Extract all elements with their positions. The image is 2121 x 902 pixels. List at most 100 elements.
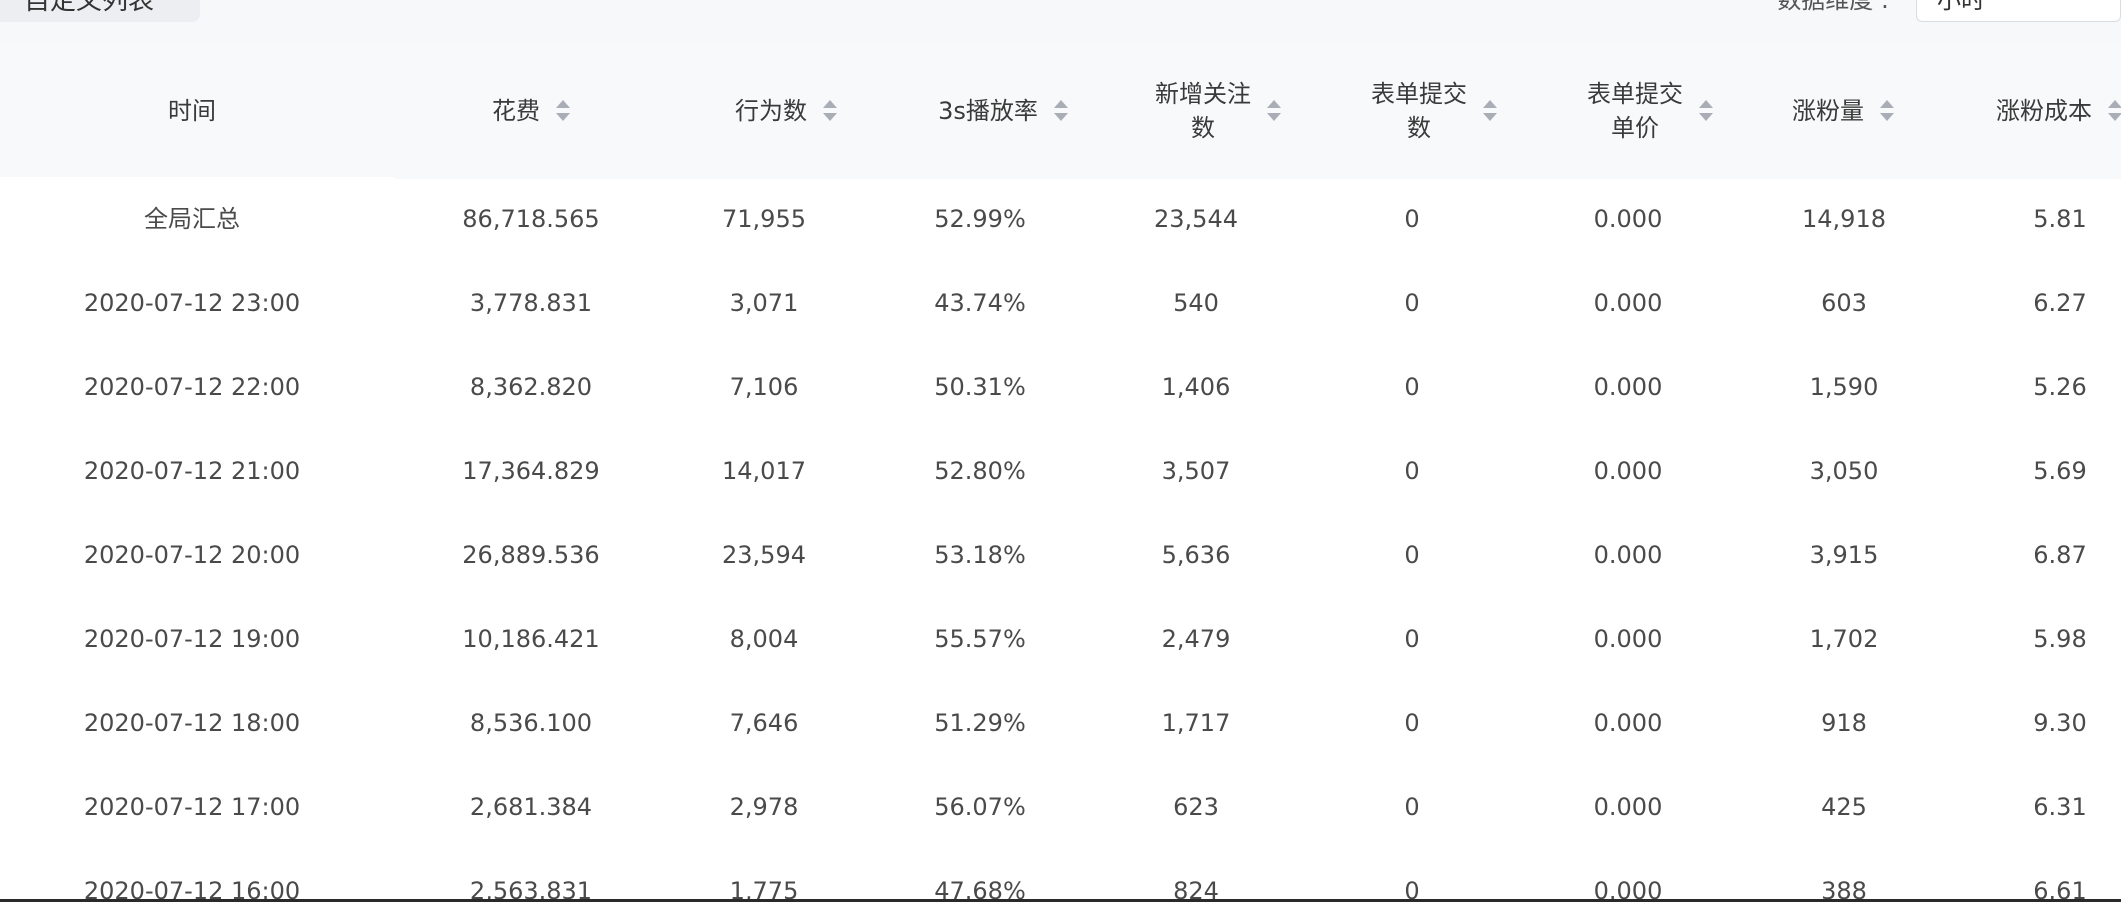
column-header-label: 表单提交 单价 <box>1587 79 1683 142</box>
table-cell-new_follow: 23,544 <box>1154 205 1238 233</box>
table-cell-play3s: 43.74% <box>934 289 1026 317</box>
column-header-label: 花费 <box>492 96 540 125</box>
table-cell-form_unit_price: 0.000 <box>1593 709 1663 737</box>
custom-list-tab[interactable]: 自定义列表 <box>0 0 200 22</box>
table-cell-time: 全局汇总 <box>144 205 240 233</box>
sort-caret-icon[interactable] <box>1053 100 1068 121</box>
table-cell-form_submit: 0 <box>1404 457 1420 485</box>
top-toolbar: 自定义列表 数据维度 : 小时 <box>0 0 2121 44</box>
column-header-actions[interactable]: 行为数 <box>711 44 861 177</box>
table-cell-fans_gain: 918 <box>1821 709 1867 737</box>
table-cell-cost: 17,364.829 <box>462 457 600 485</box>
table-cell-cost: 2,681.384 <box>469 793 593 821</box>
sort-caret-icon[interactable] <box>2108 100 2121 121</box>
table-cell-play3s: 55.57% <box>934 625 1026 653</box>
summary-row: 全局汇总 86,718.565 71,955 52.99% 23,544 0 0.000 14… <box>0 177 2121 261</box>
table-cell-fans_cost: 5.98 <box>2033 625 2087 653</box>
table-cell-actions: 3,071 <box>729 289 799 317</box>
sort-caret-icon[interactable] <box>556 100 570 121</box>
table-cell-new_follow: 2,479 <box>1161 625 1231 653</box>
table-cell-fans_gain: 388 <box>1821 877 1867 902</box>
column-header-fans_cost[interactable]: 涨粉成本 <box>1969 44 2121 177</box>
table-cell-fans_gain: 1,590 <box>1809 373 1879 401</box>
table-cell-cost: 10,186.421 <box>462 625 600 653</box>
table-cell-form_submit: 0 <box>1404 205 1420 233</box>
sort-caret-icon[interactable] <box>1267 100 1281 121</box>
table-cell-form_submit: 0 <box>1404 793 1420 821</box>
table-cell-form_submit: 0 <box>1404 373 1420 401</box>
table-cell-time: 2020-07-12 23:00 <box>83 289 301 317</box>
sort-caret-icon[interactable] <box>1483 100 1497 121</box>
table-cell-cost: 2,563.831 <box>469 877 593 902</box>
column-header-form_unit_price[interactable]: 表单提交 单价 <box>1550 44 1750 177</box>
table-cell-fans_gain: 1,702 <box>1809 625 1879 653</box>
table-cell-new_follow: 623 <box>1173 793 1219 821</box>
table-cell-fans_cost: 6.27 <box>2033 289 2087 317</box>
column-header-time: 时间 <box>62 44 322 177</box>
table-cell-form_unit_price: 0.000 <box>1593 625 1663 653</box>
table-row: 2020-07-12 16:00 2,563.831 1,775 47.68% 824 0… <box>0 849 2121 902</box>
table-cell-fans_cost: 6.31 <box>2033 793 2087 821</box>
table-cell-form_submit: 0 <box>1404 877 1420 902</box>
table-cell-new_follow: 1,717 <box>1161 709 1231 737</box>
table-cell-new_follow: 824 <box>1173 877 1219 902</box>
table-row: 2020-07-12 20:00 26,889.536 23,594 53.18% 5,… <box>0 513 2121 597</box>
table-cell-actions: 8,004 <box>729 625 799 653</box>
table-cell-form_submit: 0 <box>1404 625 1420 653</box>
sort-caret-icon[interactable] <box>823 100 837 121</box>
table-cell-play3s: 53.18% <box>934 541 1026 569</box>
table-row: 2020-07-12 23:00 3,778.831 3,071 43.74% 540 0… <box>0 261 2121 345</box>
table-cell-actions: 14,017 <box>722 457 806 485</box>
column-header-play3s[interactable]: 3s播放率 <box>913 44 1093 177</box>
report-table: 时间 花费 行为数 3s播放率 新增关注 数 表单提交 数 表单提交 单价 涨粉量 涨粉成本 全… <box>0 44 2121 902</box>
table-cell-actions: 7,646 <box>729 709 799 737</box>
column-header-form_submit[interactable]: 表单提交 数 <box>1334 44 1534 177</box>
data-dimension-label: 数据维度 : <box>1777 0 1889 14</box>
column-header-label: 新增关注 数 <box>1155 79 1251 142</box>
table-cell-form_submit: 0 <box>1404 541 1420 569</box>
table-cell-time: 2020-07-12 17:00 <box>83 793 301 821</box>
table-cell-time: 2020-07-12 16:00 <box>83 877 301 902</box>
table-cell-time: 2020-07-12 19:00 <box>83 625 301 653</box>
table-row: 2020-07-12 22:00 8,362.820 7,106 50.31% 1,40… <box>0 345 2121 429</box>
table-cell-fans_gain: 425 <box>1821 793 1867 821</box>
table-cell-form_unit_price: 0.000 <box>1593 373 1663 401</box>
table-cell-cost: 26,889.536 <box>462 541 600 569</box>
column-header-fans_gain[interactable]: 涨粉量 <box>1768 44 1918 177</box>
table-cell-time: 2020-07-12 21:00 <box>83 457 301 485</box>
table-cell-fans_gain: 3,915 <box>1809 541 1879 569</box>
column-header-label: 表单提交 数 <box>1371 79 1467 142</box>
table-cell-play3s: 47.68% <box>934 877 1026 902</box>
table-cell-play3s: 50.31% <box>934 373 1026 401</box>
table-cell-form_unit_price: 0.000 <box>1593 793 1663 821</box>
table-cell-fans_gain: 3,050 <box>1809 457 1879 485</box>
table-cell-fans_cost: 6.87 <box>2033 541 2087 569</box>
table-cell-form_unit_price: 0.000 <box>1593 457 1663 485</box>
table-row: 2020-07-12 18:00 8,536.100 7,646 51.29% 1,71… <box>0 681 2121 765</box>
table-cell-time: 2020-07-12 20:00 <box>83 541 301 569</box>
table-cell-cost: 8,536.100 <box>469 709 593 737</box>
table-cell-new_follow: 3,507 <box>1161 457 1231 485</box>
table-cell-fans_cost: 5.81 <box>2033 205 2087 233</box>
table-cell-new_follow: 5,636 <box>1161 541 1231 569</box>
column-header-label: 3s播放率 <box>938 96 1038 125</box>
table-cell-play3s: 52.99% <box>934 205 1026 233</box>
table-cell-play3s: 56.07% <box>934 793 1026 821</box>
table-cell-fans_cost: 9.30 <box>2033 709 2087 737</box>
table-cell-form_unit_price: 0.000 <box>1593 541 1663 569</box>
sort-caret-icon[interactable] <box>1880 100 1894 121</box>
sort-caret-icon[interactable] <box>1699 100 1713 121</box>
column-header-cost[interactable]: 花费 <box>466 44 596 177</box>
table-row: 2020-07-12 21:00 17,364.829 14,017 52.80% 3,… <box>0 429 2121 513</box>
table-cell-form_unit_price: 0.000 <box>1593 205 1663 233</box>
table-cell-new_follow: 540 <box>1173 289 1219 317</box>
table-cell-cost: 86,718.565 <box>462 205 600 233</box>
table-row: 2020-07-12 17:00 2,681.384 2,978 56.07% 623 0… <box>0 765 2121 849</box>
column-header-new_follow[interactable]: 新增关注 数 <box>1118 44 1318 177</box>
data-dimension-select[interactable]: 小时 <box>1916 0 2121 22</box>
table-cell-actions: 1,775 <box>729 877 799 902</box>
table-cell-form_unit_price: 0.000 <box>1593 877 1663 902</box>
column-header-label: 时间 <box>168 96 216 125</box>
table-cell-actions: 23,594 <box>722 541 806 569</box>
table-cell-play3s: 52.80% <box>934 457 1026 485</box>
